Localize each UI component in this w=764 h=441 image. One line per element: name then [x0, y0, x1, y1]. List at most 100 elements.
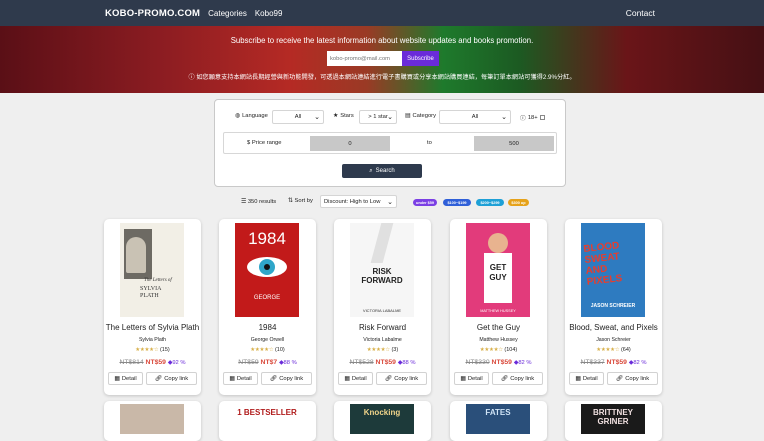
detail-label: Detail [121, 375, 137, 382]
cover-text: GEORGE [253, 295, 281, 301]
category-select[interactable]: All ⌄ [439, 110, 511, 124]
chip-200-299[interactable]: $200~$299 [476, 199, 504, 206]
discount-value: 82 % [633, 360, 647, 366]
book-prices: NT$337 NT$59 ◆82 % [565, 359, 662, 366]
detail-label: Detail [236, 375, 252, 382]
book-prices: NT$528 NT$59 ◆88 % [334, 359, 431, 366]
link-icon: 🔗︎ [500, 375, 509, 382]
detail-button[interactable]: ▦ Detail [108, 372, 143, 385]
new-price: NT$59 [145, 359, 166, 366]
book-title[interactable]: 1984 [211, 323, 324, 332]
adult-checkbox[interactable] [539, 115, 545, 120]
book-title[interactable]: Risk Forward [326, 323, 439, 332]
price-min-input[interactable]: 0 [310, 136, 390, 151]
category-label-group: ▤ Category [405, 113, 436, 119]
sort-label: ⇅ Sort by [288, 198, 313, 204]
support-notice-text: 如您願意支持本網站長期經營與新功能開發，可透過本網站連結進行電子書購買或分享本網… [196, 74, 576, 81]
card-actions: ▦ Detail 🔗︎ Copy link [108, 372, 197, 385]
old-price: NT$528 [349, 359, 374, 366]
new-price: NT$7 [260, 359, 278, 366]
detail-button[interactable]: ▦ Detail [454, 372, 489, 385]
cover-text: JASON SCHREIER [590, 303, 636, 309]
detail-button[interactable]: ▦ Detail [338, 372, 373, 385]
search-icon: ⌕ [369, 167, 373, 174]
card-actions: ▦ Detail 🔗︎ Copy link [338, 372, 427, 385]
chip-label: $200~$299 [480, 200, 500, 205]
chip-100-199[interactable]: $100~$199 [443, 199, 471, 206]
book-card: Knocking [334, 401, 431, 441]
book-title[interactable]: The Letters of Sylvia Plath [96, 323, 209, 332]
chip-label: $100~$199 [447, 200, 467, 205]
book-cover[interactable]: 1 BESTSELLER [235, 404, 299, 434]
nav-contact[interactable]: Contact [626, 8, 655, 18]
book-rating: ★★★★☆ (64) [565, 347, 662, 353]
discount-value: 92 % [172, 360, 186, 366]
old-price: NT$814 [119, 359, 144, 366]
book-cover[interactable]: GET GUY MATTHEW HUSSEY [466, 223, 530, 317]
copy-link-button[interactable]: 🔗︎ Copy link [261, 372, 312, 385]
language-value: All [294, 114, 302, 120]
detail-icon: ▦ [114, 375, 120, 382]
price-range-label: $ Price range [247, 140, 282, 146]
cover-text: VICTORIA LABALME [362, 308, 402, 313]
review-count: (10) [274, 347, 285, 353]
copy-link-button[interactable]: 🔗︎ Copy link [492, 372, 543, 385]
list-icon: ▤ [405, 113, 411, 119]
book-prices: NT$59 NT$7 ◆88 % [219, 359, 316, 366]
book-card: 1 BESTSELLER [219, 401, 316, 441]
book-author: Victoria Labalme [363, 337, 402, 343]
copy-link-button[interactable]: 🔗︎ Copy link [607, 372, 658, 385]
link-icon: 🔗︎ [154, 375, 163, 382]
card-actions: ▦ Detail 🔗︎ Copy link [223, 372, 312, 385]
book-title[interactable]: Blood, Sweat, and Pixels [557, 323, 670, 332]
old-price: NT$330 [465, 359, 490, 366]
book-card: BRITTNEY GRINER [565, 401, 662, 441]
detail-button[interactable]: ▦ Detail [569, 372, 604, 385]
sort-select[interactable]: Discount: High to Low ⌄ [320, 195, 397, 208]
subscribe-button[interactable]: Subscribe [402, 51, 439, 66]
book-cover[interactable]: Knocking [350, 404, 414, 434]
price-max-input[interactable]: 500 [474, 136, 554, 151]
detail-icon: ▦ [344, 375, 350, 382]
link-icon: 🔗︎ [269, 375, 278, 382]
stars-select[interactable]: > 1 star ⌄ [359, 110, 397, 124]
cover-text: SYLVIA PLATH [140, 286, 162, 299]
cover-text: FATES [485, 408, 511, 417]
results-bar: ☰ 350 results ⇅ Sort by Discount: High t… [0, 195, 764, 209]
detail-icon: ▦ [575, 375, 581, 382]
copy-link-button[interactable]: 🔗︎ Copy link [146, 372, 197, 385]
site-logo[interactable]: KOBO-PROMO.COM [105, 8, 200, 19]
search-button[interactable]: ⌕ Search [342, 164, 422, 178]
book-cover[interactable]: BLOOD SWEAT AND PIXELS JASON SCHREIER [581, 223, 645, 317]
book-cover[interactable]: FATES [466, 404, 530, 434]
support-notice: ⓘ 如您願意支持本網站長期經營與新功能開發，可透過本網站連結進行電子書購買或分享… [0, 72, 764, 81]
book-card: GET GUY MATTHEW HUSSEY Get the Guy Matthew … [450, 219, 547, 395]
book-title[interactable]: Get the Guy [442, 323, 555, 332]
chip-under-59[interactable]: under $59 [413, 199, 437, 206]
card-actions: ▦ Detail 🔗︎ Copy link [569, 372, 658, 385]
language-select[interactable]: All ⌄ [272, 110, 324, 124]
chip-300-up[interactable]: $300 up [508, 199, 529, 206]
book-cover[interactable]: BRITTNEY GRINER [581, 404, 645, 434]
book-cover[interactable] [120, 404, 184, 434]
cover-text: BRITTNEY GRINER [593, 408, 633, 426]
card-actions: ▦ Detail 🔗︎ Copy link [454, 372, 543, 385]
book-rating: ★★★★☆ (15) [104, 347, 201, 353]
detail-label: Detail [582, 375, 598, 382]
results-count-text: 350 results [247, 199, 277, 205]
detail-button[interactable]: ▦ Detail [223, 372, 258, 385]
nav-kobo99[interactable]: Kobo99 [255, 9, 283, 18]
nav-categories[interactable]: Categories [208, 9, 247, 18]
cover-text: MATTHEW HUSSEY [480, 309, 516, 313]
copy-link-button[interactable]: 🔗︎ Copy link [376, 372, 427, 385]
filter-row: ◍ Language All ⌄ ★ Stars > 1 star ⌄ ▤ Ca… [215, 110, 565, 124]
book-cover[interactable]: 1984 GEORGE [235, 223, 299, 317]
new-price: NT$59 [491, 359, 512, 366]
globe-icon: ◍ [235, 113, 241, 119]
category-label: Category [412, 113, 437, 119]
book-cover[interactable]: The Letters of SYLVIA PLATH [120, 223, 184, 317]
top-navbar: KOBO-PROMO.COM Categories Kobo99 Contact [0, 0, 764, 26]
email-input[interactable] [327, 51, 402, 66]
book-cover[interactable]: RISK FORWARD VICTORIA LABALME [350, 223, 414, 317]
old-price: NT$59 [238, 359, 259, 366]
